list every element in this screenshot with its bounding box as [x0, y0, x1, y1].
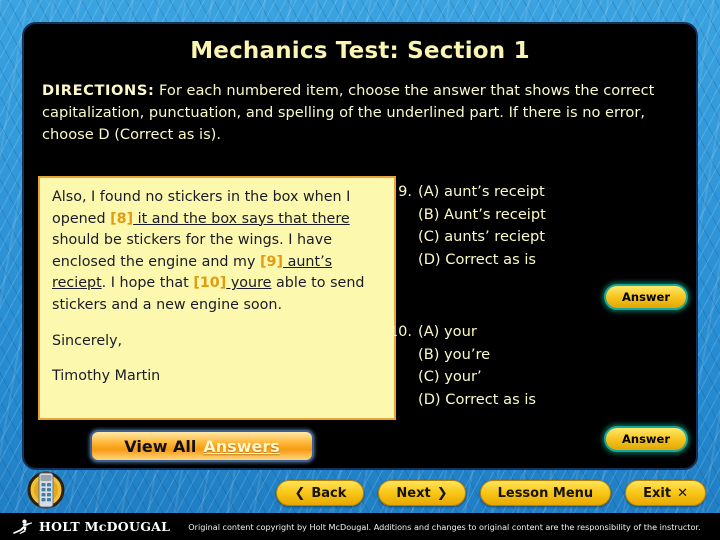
content-panel: Mechanics Test: Section 1 DIRECTIONS: Fo…: [22, 22, 698, 470]
question-9-option-a[interactable]: 9. (A) aunt’s receipt: [384, 181, 546, 204]
passage-card: Also, I found no stickers in the box whe…: [38, 176, 396, 420]
passage-signature: Timothy Martin: [52, 368, 161, 385]
page-title: Mechanics Test: Section 1: [190, 38, 530, 64]
option-text: aunt’s receipt: [444, 183, 545, 200]
footer-bar: HOLT McDOUGAL Original content copyright…: [0, 513, 720, 540]
view-all-answers-button[interactable]: View All Answers: [90, 430, 314, 462]
lesson-menu-button-label: Lesson Menu: [497, 485, 594, 501]
back-button[interactable]: ❮ Back: [276, 480, 365, 506]
option-text: Correct as is: [445, 390, 537, 408]
slide-stage: Mechanics Test: Section 1 DIRECTIONS: Fo…: [0, 0, 720, 540]
question-9-option-c[interactable]: (C) aunts’ reciept: [384, 226, 546, 249]
copyright-text: Original content copyright by Holt McDou…: [188, 521, 701, 532]
question-10-option-d[interactable]: (D) Correct as is: [384, 389, 536, 412]
question-10: 10. (A) your (B) you’re (C) your’ (D) Co…: [384, 321, 536, 411]
option-letter: (A): [418, 183, 440, 200]
question-9: 9. (A) aunt’s receipt (B) Aunt’s receipt…: [384, 181, 546, 271]
next-button[interactable]: Next ❯: [378, 480, 466, 506]
option-text: Aunt’s receipt: [444, 205, 546, 223]
answer-button-9[interactable]: Answer: [604, 284, 688, 310]
question-9-option-b[interactable]: (B) Aunt’s receipt: [384, 204, 546, 227]
chevron-left-icon: ❮: [294, 485, 306, 501]
marker-10: [10]: [193, 275, 227, 292]
question-10-option-b[interactable]: (B) you’re: [384, 344, 536, 367]
question-9-option-d[interactable]: (D) Correct as is: [384, 249, 546, 272]
option-text: Correct as is: [445, 250, 537, 268]
brand: HOLT McDOUGAL: [0, 519, 170, 534]
underlined-part-8: it and the box says that there: [133, 210, 350, 227]
exit-button-label: Exit: [643, 485, 672, 501]
option-letter: (B): [418, 205, 440, 223]
next-button-label: Next: [396, 485, 431, 501]
question-10-option-c[interactable]: (C) your’: [384, 366, 536, 389]
option-letter: (D): [418, 390, 441, 408]
question-9-number: 9.: [398, 183, 412, 200]
directions-label: DIRECTIONS:: [42, 82, 155, 99]
back-button-label: Back: [311, 485, 347, 501]
marker-9: [9]: [260, 253, 284, 270]
passage-text-3: . I hope that: [101, 275, 194, 292]
option-text: you’re: [444, 345, 491, 363]
navigation-bar: ❮ Back Next ❯ Lesson Menu Exit ✕: [0, 473, 720, 513]
marker-8: [8]: [110, 210, 134, 227]
question-10-number: 10.: [388, 323, 412, 340]
brand-label: HOLT McDOUGAL: [39, 519, 171, 534]
option-letter: (C): [418, 368, 440, 386]
underlined-part-10: youre: [226, 275, 272, 292]
passage-closing: Sincerely,: [52, 332, 123, 349]
chevron-right-icon: ❯: [436, 485, 448, 501]
option-letter: (B): [418, 345, 440, 363]
option-text: your’: [444, 368, 482, 386]
view-all-prefix: View All: [124, 436, 197, 456]
running-figure-icon: [13, 519, 32, 534]
lesson-menu-button[interactable]: Lesson Menu: [479, 480, 612, 506]
passage-body: Also, I found no stickers in the box whe…: [52, 187, 382, 317]
option-letter: (D): [418, 250, 441, 268]
answer-button-10[interactable]: Answer: [604, 426, 688, 452]
close-icon: ✕: [677, 485, 688, 501]
option-letter: (A): [418, 323, 440, 340]
directions-text: DIRECTIONS: For each numbered item, choo…: [42, 80, 662, 146]
option-text: aunts’ reciept: [444, 228, 545, 246]
option-letter: (C): [418, 228, 440, 246]
exit-button[interactable]: Exit ✕: [625, 480, 706, 506]
question-10-option-a[interactable]: 10. (A) your: [384, 321, 536, 344]
view-all-link: Answers: [203, 436, 280, 456]
option-text: your: [444, 323, 477, 340]
